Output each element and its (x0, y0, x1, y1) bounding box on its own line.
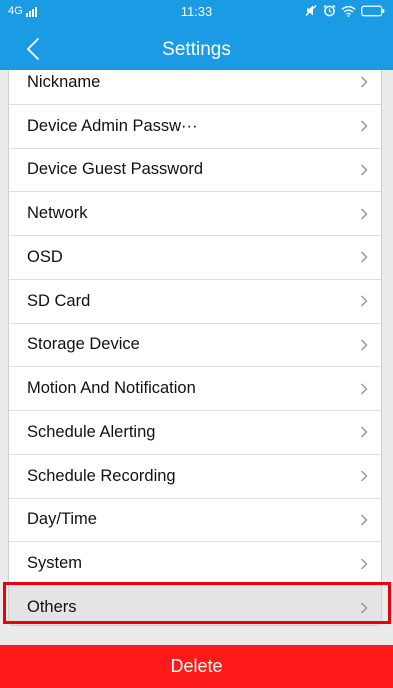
settings-item-network[interactable]: Network (9, 192, 381, 236)
settings-list: Nickname Device Admin Passw··· Device Gu… (8, 70, 382, 626)
settings-item-day-time[interactable]: Day/Time (9, 499, 381, 543)
nav-bar: Settings (0, 28, 393, 70)
settings-item-label: System (27, 554, 83, 573)
settings-item-sd-card[interactable]: SD Card (9, 280, 381, 324)
chevron-left-icon[interactable] (26, 37, 40, 61)
chevron-right-icon (360, 426, 368, 438)
settings-item-label: OSD (27, 247, 63, 266)
chevron-right-icon (360, 120, 368, 132)
settings-item-others[interactable]: Others (9, 586, 381, 625)
status-icons (305, 4, 385, 17)
chevron-right-icon (360, 558, 368, 570)
chevron-right-icon (360, 251, 368, 263)
settings-item-device-admin-password[interactable]: Device Admin Passw··· (9, 105, 381, 149)
settings-item-storage-device[interactable]: Storage Device (9, 324, 381, 368)
settings-item-label: Schedule Alerting (27, 422, 156, 441)
settings-item-label: Nickname (27, 72, 101, 91)
settings-item-label: Network (27, 204, 88, 223)
settings-item-device-guest-password[interactable]: Device Guest Password (9, 149, 381, 193)
chevron-right-icon (360, 514, 368, 526)
settings-item-osd[interactable]: OSD (9, 236, 381, 280)
settings-item-schedule-alerting[interactable]: Schedule Alerting (9, 411, 381, 455)
chevron-right-icon (360, 208, 368, 220)
chevron-right-icon (360, 602, 368, 614)
chevron-right-icon (360, 339, 368, 351)
alarm-clock-icon (323, 4, 336, 17)
wifi-icon (341, 5, 356, 17)
delete-button[interactable]: Delete (0, 645, 393, 688)
settings-item-label: Device Admin Passw··· (27, 116, 198, 135)
settings-item-label: Storage Device (27, 335, 140, 354)
chevron-right-icon (360, 383, 368, 395)
chevron-right-icon (360, 295, 368, 307)
chevron-right-icon (360, 76, 368, 88)
settings-item-label: Schedule Recording (27, 466, 176, 485)
settings-item-system[interactable]: System (9, 542, 381, 586)
settings-item-label: SD Card (27, 291, 91, 310)
battery-icon (361, 5, 385, 16)
settings-item-label: Others (27, 598, 77, 617)
settings-item-label: Device Guest Password (27, 160, 204, 179)
settings-item-label: Motion And Notification (27, 379, 196, 398)
mute-icon (305, 5, 317, 16)
app-header: 4G 11:33 Settings (0, 0, 393, 70)
status-bar: 4G 11:33 (0, 0, 393, 24)
settings-item-label: Day/Time (27, 510, 97, 529)
settings-item-motion-and-notification[interactable]: Motion And Notification (9, 367, 381, 411)
page-title: Settings (162, 39, 231, 60)
chevron-right-icon (360, 164, 368, 176)
chevron-right-icon (360, 470, 368, 482)
settings-item-schedule-recording[interactable]: Schedule Recording (9, 455, 381, 499)
settings-item-nickname[interactable]: Nickname (9, 70, 381, 105)
